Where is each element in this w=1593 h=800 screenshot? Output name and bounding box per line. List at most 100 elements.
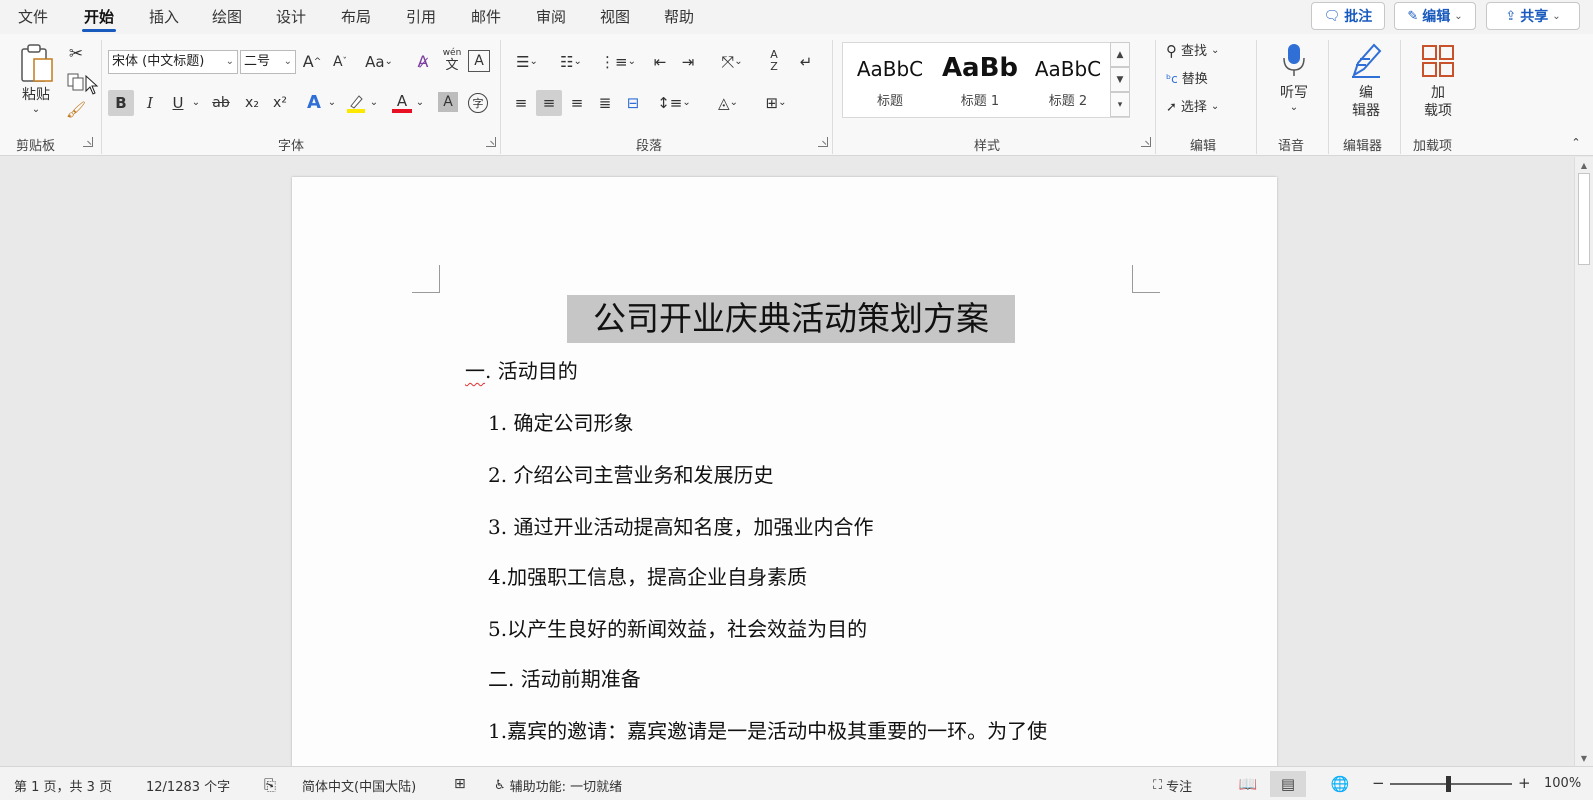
show-marks-icon[interactable]: ↵ — [794, 50, 818, 74]
increase-indent-icon[interactable]: ⇥ — [676, 50, 700, 74]
justify-icon[interactable]: ≣ — [592, 90, 618, 116]
phonetic-guide-button[interactable]: wén 文 — [440, 46, 464, 76]
document-page[interactable]: 公司开业庆典活动策划方案 一. 活动目的 1. 确定公司形象 2. 介绍公司主营… — [292, 177, 1277, 766]
macro-record-icon[interactable]: ⊞ — [454, 776, 466, 792]
paste-button[interactable] — [14, 40, 60, 88]
character-border-icon[interactable]: A — [468, 50, 490, 72]
change-case-button[interactable]: Aa ⌄ — [360, 50, 398, 74]
select-button[interactable]: ➚ 选择 ⌄ — [1166, 96, 1248, 118]
font-name-combobox[interactable]: 宋体 (中文标题) ⌄ — [108, 50, 238, 74]
font-color-dropdown-icon[interactable]: ⌄ — [414, 90, 426, 116]
style-heading-1[interactable]: AaBb 标题 1 — [935, 43, 1025, 117]
paragraph-launcher-icon[interactable] — [818, 137, 828, 147]
borders-button[interactable]: ⊞ ⌄ — [756, 90, 796, 116]
underline-dropdown-icon[interactable]: ⌄ — [190, 90, 202, 116]
document-title[interactable]: 公司开业庆典活动策划方案 — [567, 295, 1015, 343]
strikethrough-button[interactable]: ab — [208, 90, 234, 116]
decrease-indent-icon[interactable]: ⇤ — [648, 50, 672, 74]
find-button[interactable]: ⚲ 查找 ⌄ — [1166, 40, 1248, 62]
align-right-icon[interactable]: ≡ — [564, 90, 590, 116]
focus-mode-button[interactable]: ⛶ 专注 — [1153, 776, 1192, 795]
doc-line[interactable]: 1.嘉宾的邀请：嘉宾邀请是一是活动中极其重要的一环。为了使 — [488, 715, 1047, 744]
align-center-icon[interactable]: ≡ — [536, 90, 562, 116]
doc-line[interactable]: 1. 确定公司形象 — [488, 407, 633, 436]
character-shading-button[interactable]: A — [438, 92, 458, 112]
sort-button[interactable]: AZ — [762, 46, 786, 76]
shrink-font-button[interactable]: Aˇ — [328, 50, 352, 74]
tab-references[interactable]: 引用 — [404, 6, 438, 28]
highlight-button[interactable] — [344, 90, 368, 116]
tab-home[interactable]: 开始 — [82, 6, 117, 32]
editing-mode-button[interactable]: ✎ 编辑 ⌄ — [1394, 2, 1476, 30]
web-layout-icon[interactable]: 🌐 — [1322, 771, 1358, 797]
paste-dropdown-icon[interactable]: ⌄ — [26, 104, 46, 116]
distributed-icon[interactable]: ⊟ — [620, 90, 646, 116]
tab-file[interactable]: 文件 — [16, 6, 50, 28]
highlight-dropdown-icon[interactable]: ⌄ — [368, 90, 380, 116]
replace-button[interactable]: ᵇc 替换 — [1166, 68, 1248, 90]
chinese-layout-button[interactable]: ⤧ ⌄ — [712, 50, 752, 74]
zoom-slider-thumb[interactable] — [1446, 776, 1451, 792]
subscript-button[interactable]: x₂ — [240, 90, 264, 116]
language-status[interactable]: 简体中文(中国大陆) — [302, 776, 416, 795]
cut-icon[interactable]: ✂ — [64, 42, 88, 66]
scroll-up-icon[interactable]: ▲ — [1575, 157, 1593, 173]
text-effects-button[interactable]: A — [302, 90, 326, 116]
gallery-up-icon[interactable]: ▲ — [1110, 42, 1130, 67]
zoom-out-button[interactable]: − — [1372, 774, 1385, 792]
read-mode-icon[interactable]: 📖 — [1230, 771, 1266, 797]
scrollbar-thumb[interactable] — [1578, 173, 1590, 265]
zoom-level[interactable]: 100% — [1544, 776, 1581, 791]
line-spacing-button[interactable]: ↕≡ ⌄ — [654, 90, 694, 116]
proofing-icon[interactable]: ⎘ — [264, 776, 276, 794]
tab-view[interactable]: 视图 — [598, 6, 632, 28]
doc-heading-2[interactable]: 二. 活动前期准备 — [488, 663, 641, 692]
clipboard-launcher-icon[interactable] — [83, 137, 93, 147]
doc-line[interactable]: 3. 通过开业活动提高知名度，加强业内合作 — [488, 511, 873, 540]
gallery-more-icon[interactable]: ▾ — [1110, 92, 1130, 117]
grow-font-button[interactable]: A ^ — [300, 50, 324, 74]
numbering-button[interactable]: ☷ ⌄ — [552, 50, 590, 74]
doc-line[interactable]: 4.加强职工信息，提高企业自身素质 — [488, 561, 807, 590]
doc-line[interactable]: 2. 介绍公司主营业务和发展历史 — [488, 459, 773, 488]
italic-button[interactable]: I — [138, 90, 162, 116]
align-left-icon[interactable]: ≡ — [508, 90, 534, 116]
tab-draw[interactable]: 绘图 — [210, 6, 244, 28]
print-layout-icon[interactable]: ▤ — [1270, 771, 1306, 797]
editor-button[interactable] — [1344, 40, 1388, 80]
dictate-button[interactable] — [1274, 40, 1314, 80]
superscript-button[interactable]: x² — [268, 90, 292, 116]
addins-button[interactable] — [1418, 42, 1458, 80]
enclose-characters-button[interactable]: 字 — [466, 90, 490, 116]
tab-insert[interactable]: 插入 — [147, 6, 181, 28]
styles-launcher-icon[interactable] — [1141, 137, 1151, 147]
tab-mailings[interactable]: 邮件 — [469, 6, 503, 28]
document-canvas[interactable]: 公司开业庆典活动策划方案 一. 活动目的 1. 确定公司形象 2. 介绍公司主营… — [0, 157, 1574, 766]
text-effects-dropdown-icon[interactable]: ⌄ — [326, 90, 338, 116]
gallery-down-icon[interactable]: ▼ — [1110, 67, 1130, 92]
accessibility-status[interactable]: ♿ 辅助功能: 一切就绪 — [494, 776, 622, 795]
font-launcher-icon[interactable] — [486, 137, 496, 147]
scroll-down-icon[interactable]: ▼ — [1575, 750, 1593, 766]
bullets-button[interactable]: ☰ ⌄ — [508, 50, 546, 74]
zoom-in-button[interactable]: + — [1518, 774, 1531, 792]
tab-design[interactable]: 设计 — [274, 6, 308, 28]
vertical-scrollbar[interactable]: ▲ ▼ — [1574, 157, 1593, 766]
comments-button[interactable]: 🗨 批注 — [1311, 2, 1385, 30]
tab-review[interactable]: 审阅 — [534, 6, 568, 28]
share-button[interactable]: ⇪ 共享 ⌄ — [1486, 2, 1580, 30]
bold-button[interactable]: B — [108, 90, 134, 116]
shading-button[interactable]: ◬ ⌄ — [708, 90, 748, 116]
doc-line[interactable]: 5.以产生良好的新闻效益，社会效益为目的 — [488, 613, 867, 642]
font-color-button[interactable]: A — [390, 90, 414, 116]
style-title[interactable]: AaBbC 标题 — [845, 43, 935, 117]
clear-formatting-icon[interactable]: A̷ — [412, 50, 434, 74]
multilevel-list-button[interactable]: ⋮≡ ⌄ — [598, 50, 638, 74]
doc-heading-1[interactable]: 一. 活动目的 — [465, 355, 578, 384]
collapse-ribbon-icon[interactable]: ⌃ — [1568, 134, 1584, 150]
page-count[interactable]: 第 1 页，共 3 页 — [14, 776, 112, 795]
tab-layout[interactable]: 布局 — [339, 6, 373, 28]
zoom-slider-track[interactable] — [1390, 783, 1512, 785]
style-heading-2[interactable]: AaBbC 标题 2 — [1023, 43, 1113, 117]
tab-help[interactable]: 帮助 — [662, 6, 696, 28]
